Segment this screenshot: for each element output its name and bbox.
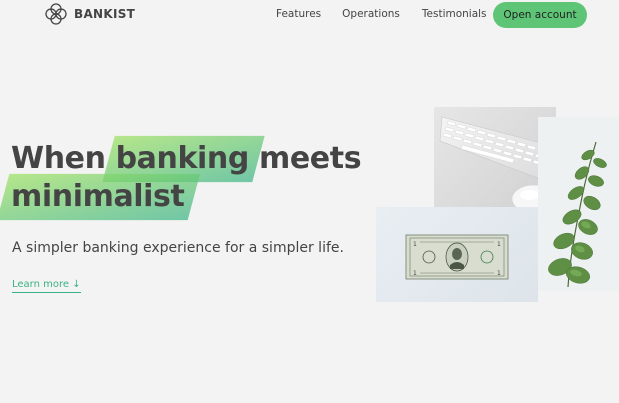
svg-text:1: 1 xyxy=(413,270,417,277)
four-rings-logo-icon xyxy=(45,3,67,25)
hero-highlight-minimalist: minimalist xyxy=(11,179,185,214)
dollar-bill-photo: 1 1 1 1 xyxy=(376,207,538,302)
hero-subtitle: A simpler banking experience for a simpl… xyxy=(12,240,344,256)
dollar-bill-illustration-icon: 1 1 1 1 xyxy=(405,234,509,280)
learn-more-link[interactable]: Learn more ↓ xyxy=(12,279,81,293)
hero-title-word-meets: meets xyxy=(259,141,362,176)
brand-name: BANKIST xyxy=(74,7,136,21)
svg-text:1: 1 xyxy=(497,270,501,277)
svg-text:1: 1 xyxy=(413,241,417,248)
svg-text:1: 1 xyxy=(497,241,501,248)
nav-link-features[interactable]: Features xyxy=(276,8,321,20)
eucalyptus-plant-photo xyxy=(538,117,619,291)
hero-title: When banking meets minimalist xyxy=(11,140,362,216)
top-navigation: BANKIST Features Operations Testimonials… xyxy=(0,0,619,30)
hero-title-word-when: When xyxy=(11,141,106,176)
nav-link-operations[interactable]: Operations xyxy=(342,8,400,20)
hero-highlight-banking: banking xyxy=(115,141,250,176)
logo[interactable]: BANKIST xyxy=(44,2,135,26)
nav-link-testimonials[interactable]: Testimonials xyxy=(422,8,487,20)
nav-links: Features Operations Testimonials xyxy=(276,8,487,20)
open-account-button[interactable]: Open account xyxy=(493,2,587,28)
plant-illustration-icon xyxy=(548,141,607,288)
